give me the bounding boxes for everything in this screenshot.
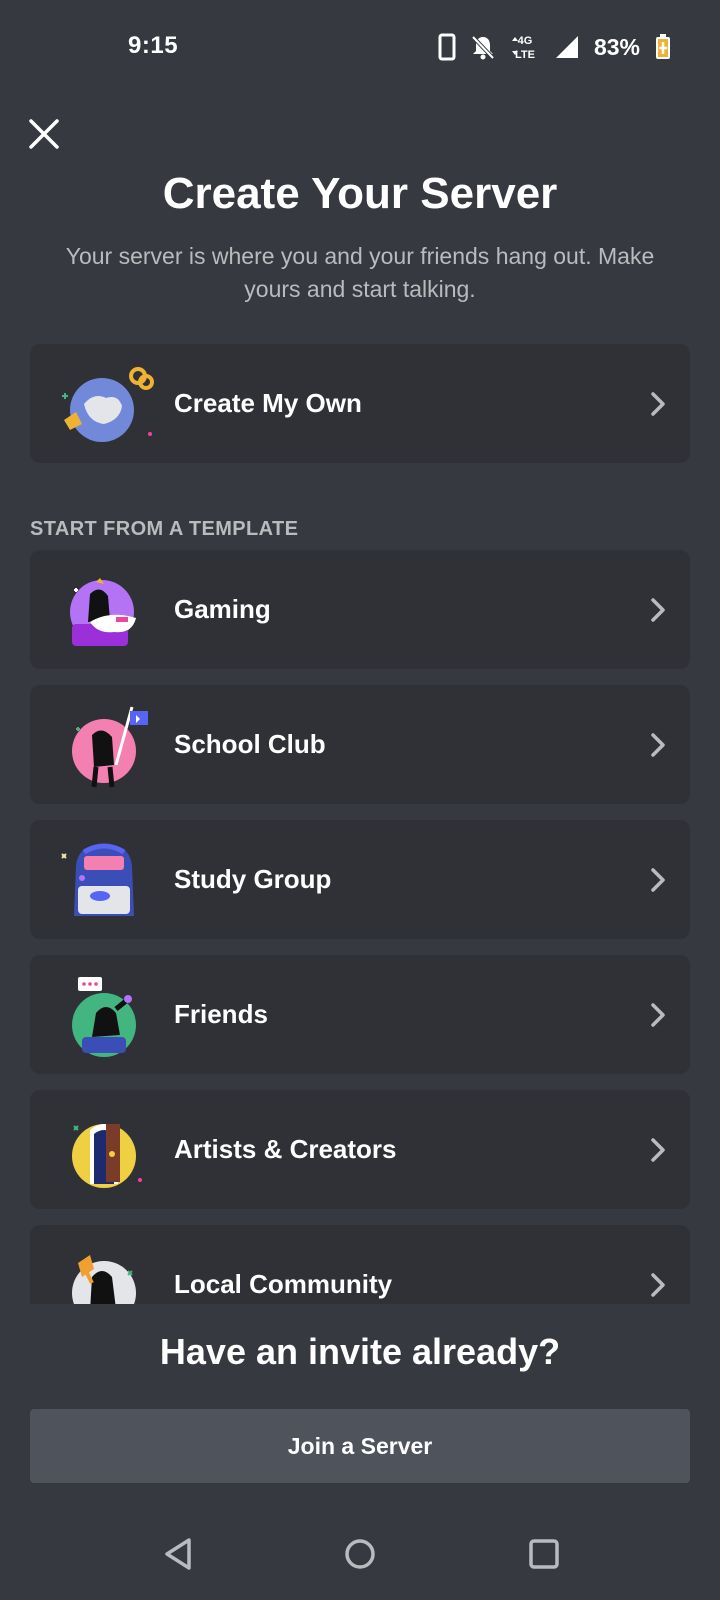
status-bar: 9:15 4G LTE 83%	[0, 0, 720, 96]
close-icon	[29, 119, 59, 149]
template-label: School Club	[174, 729, 326, 759]
home-icon	[345, 1539, 375, 1569]
nav-recents-button[interactable]	[516, 1526, 572, 1582]
template-label: Local Community	[174, 1269, 393, 1299]
friends-icon	[54, 965, 154, 1065]
status-time: 9:15	[128, 32, 179, 59]
invite-heading: Have an invite already?	[159, 1331, 561, 1372]
join-server-button[interactable]: Join a Server	[30, 1409, 690, 1483]
nav-back-button[interactable]	[150, 1526, 206, 1582]
page-subtitle: Your server is where you and your friend…	[65, 243, 655, 302]
recents-icon	[529, 1539, 559, 1569]
system-nav-bar	[0, 1510, 720, 1600]
svg-text:LTE: LTE	[515, 49, 535, 61]
template-friends[interactable]: Friends	[30, 955, 690, 1074]
nav-home-button[interactable]	[332, 1526, 388, 1582]
bell-off-icon	[470, 34, 496, 60]
chevron-right-icon	[651, 392, 665, 416]
status-icons: 4G LTE 83%	[438, 30, 672, 64]
template-label: Gaming	[174, 594, 271, 624]
chevron-right-icon	[651, 1273, 665, 1297]
school-club-icon	[54, 695, 154, 795]
template-section-header: START FROM A TEMPLATE	[30, 518, 299, 540]
chevron-right-icon	[651, 868, 665, 892]
server-options-scroll[interactable]: Create Your Server Your server is where …	[0, 160, 720, 1304]
page-title: Create Your Server	[162, 169, 558, 218]
phone-icon	[438, 33, 456, 61]
template-study-group[interactable]: Study Group	[30, 820, 690, 939]
study-group-icon	[54, 830, 154, 930]
local-community-icon	[54, 1235, 154, 1304]
chevron-right-icon	[651, 1138, 665, 1162]
network-type: 4G LTE	[510, 33, 540, 61]
template-local-community[interactable]: Local Community	[30, 1225, 690, 1304]
template-school-club[interactable]: School Club	[30, 685, 690, 804]
chevron-right-icon	[651, 1003, 665, 1027]
template-label: Friends	[174, 999, 268, 1029]
close-button[interactable]	[22, 112, 66, 156]
template-label: Study Group	[174, 864, 332, 894]
chevron-right-icon	[651, 598, 665, 622]
chevron-right-icon	[651, 733, 665, 757]
back-icon	[165, 1538, 191, 1570]
artists-creators-icon	[54, 1100, 154, 1200]
gaming-icon	[54, 560, 154, 660]
template-artists-creators[interactable]: Artists & Creators	[30, 1090, 690, 1209]
create-own-icon	[54, 354, 154, 454]
template-gaming[interactable]: Gaming	[30, 550, 690, 669]
signal-icon	[554, 34, 580, 60]
create-my-own-label: Create My Own	[174, 388, 362, 418]
svg-text:4G: 4G	[518, 35, 533, 47]
create-my-own-button[interactable]: Create My Own	[30, 344, 690, 463]
battery-percent: 83%	[593, 33, 640, 60]
template-label: Artists & Creators	[174, 1134, 397, 1164]
battery-icon	[654, 33, 672, 61]
